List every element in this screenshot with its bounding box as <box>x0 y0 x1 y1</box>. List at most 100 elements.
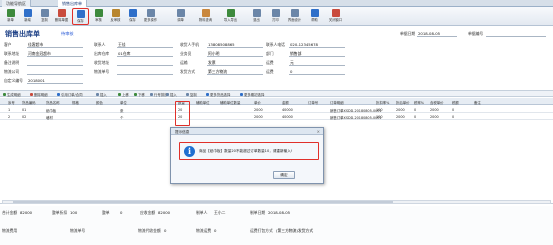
table-cell[interactable]: 1 <box>8 108 10 112</box>
form-label: 联系地址 <box>4 51 20 56</box>
column-header[interactable]: 税率% <box>414 100 424 105</box>
detail-tool-8[interactable]: 复制 <box>186 92 197 97</box>
column-header[interactable]: 折扣率% <box>376 100 389 105</box>
detail-tool-10[interactable]: 更多期初选择 <box>240 92 264 97</box>
table-cell[interactable]: 100 <box>376 115 382 119</box>
detail-tool-3[interactable]: 插入 <box>96 92 107 97</box>
table-cell[interactable]: 2000 <box>254 108 263 112</box>
toolbar-icon <box>331 9 340 17</box>
toolbar-button-9[interactable]: 调单 <box>172 8 189 25</box>
ok-button[interactable]: 确定 <box>273 171 295 179</box>
dialog-message: 商品【纸巾板】数量20不能超过订单数量10，请重新输入! <box>199 149 293 153</box>
table-cell[interactable]: 0 <box>452 108 454 112</box>
total-field[interactable]: 82000 <box>158 210 170 215</box>
form-label: 出库仓库 <box>94 51 110 56</box>
column-header[interactable]: 货品名称 <box>46 100 60 105</box>
total-field[interactable]: 100 <box>70 210 77 215</box>
form-underline <box>289 65 345 66</box>
tab-sales-outbound[interactable]: 销售出库单 <box>58 0 87 7</box>
table-cell[interactable]: 2000 <box>430 108 439 112</box>
toolbar-button-3[interactable]: 删除单据 <box>53 8 70 25</box>
toolbar-button-1[interactable]: 新增 <box>19 8 36 25</box>
column-header[interactable]: 金额 <box>282 100 289 105</box>
column-header[interactable]: 订单号 <box>308 100 318 105</box>
tab-function-nav[interactable]: 功能导航区 <box>2 0 31 7</box>
detail-tool-4[interactable]: 上移 <box>118 92 129 97</box>
toolbar-button-2[interactable]: 复制 <box>36 8 53 25</box>
title-row: 销售出库单 待审核 单据日期 2018-08-05 单据编号 <box>0 27 553 39</box>
column-header[interactable]: 辅助单位数量 <box>220 100 240 105</box>
table-cell[interactable]: 纸巾板 <box>46 108 56 113</box>
table-cell[interactable]: 02 <box>22 115 26 119</box>
total-field[interactable]: 0 <box>120 210 122 215</box>
table-cell[interactable]: 40000 <box>282 108 293 112</box>
toolbar-button-14[interactable]: 界面设计 <box>286 8 303 25</box>
tool-label: 下移 <box>138 93 145 97</box>
table-cell[interactable]: 2000 <box>396 115 405 119</box>
total-field[interactable]: 0 <box>164 228 166 233</box>
table-cell[interactable]: 2000 <box>430 115 439 119</box>
toolbar-button-8[interactable]: 更多操作 <box>142 8 159 25</box>
detail-tool-0[interactable]: 生成明细 <box>3 92 21 97</box>
table-cell[interactable]: 0 <box>414 108 416 112</box>
detail-tool-1[interactable]: 删除明细 <box>30 92 48 97</box>
toolbar-button-11[interactable]: 导入导出 <box>222 8 239 25</box>
column-header[interactable]: 序号 <box>8 100 15 105</box>
table-cell[interactable]: 0 <box>452 115 454 119</box>
total-field[interactable]: 王小二 <box>214 210 225 216</box>
toolbar-button-12[interactable]: 退出 <box>248 8 265 25</box>
table-row[interactable]: 2 02 墙材个 20 2000 40000 销售订单XSDD-20180805-0001 1… <box>0 113 553 120</box>
table-cell[interactable]: 100 <box>376 108 382 112</box>
toolbar-button-5[interactable]: 审核 <box>90 8 107 25</box>
column-header[interactable]: 颜色 <box>96 100 103 105</box>
toolbar-button-7[interactable]: 保存 <box>124 8 141 25</box>
toolbar-button-15[interactable]: 帮助 <box>306 8 323 25</box>
column-header[interactable]: 规格 <box>72 100 79 105</box>
total-field[interactable]: 2018-08-05 <box>268 210 290 215</box>
toolbar-button-16[interactable]: 关闭窗口 <box>327 8 344 25</box>
total-field[interactable]: 0 <box>214 228 216 233</box>
toolbar-button-10[interactable]: 物料查询 <box>197 8 214 25</box>
toolbar-button-4[interactable]: 保存 <box>72 8 89 25</box>
table-row[interactable]: 1 01 纸巾板张 20 2000 40000 销售订单XSDD-20180805-0001… <box>0 106 553 113</box>
table-cell[interactable]: 销售订单XSDD-20180805-0001 <box>330 108 382 113</box>
total-field[interactable]: 82000 <box>20 210 32 215</box>
form-underline <box>117 74 173 75</box>
table-cell[interactable]: 40000 <box>282 115 293 119</box>
table-cell[interactable]: 2000 <box>396 108 405 112</box>
detail-tool-5[interactable]: 下移 <box>134 92 145 97</box>
detail-tool-9[interactable]: 更多货品选择 <box>206 92 230 97</box>
total-field[interactable]: (第三方物流)发货方式 <box>276 228 313 234</box>
info-icon: i <box>184 145 195 157</box>
column-header[interactable]: 单位 <box>120 100 127 105</box>
total-label: 整单折扣 <box>52 210 68 215</box>
column-header[interactable]: 备注 <box>474 100 481 105</box>
detail-tool-2[interactable]: 引用订单/合同 <box>57 92 83 97</box>
table-cell[interactable]: 销售订单XSDD-20180805-0001 <box>330 115 382 120</box>
column-header[interactable]: 单价 <box>254 100 261 105</box>
column-header[interactable]: 辅助单位 <box>196 100 210 105</box>
table-cell[interactable]: 墙材 <box>46 115 53 120</box>
detail-tool-6[interactable]: 行号排序 <box>150 92 168 97</box>
column-header[interactable]: 订单明细 <box>330 100 344 105</box>
number-field[interactable] <box>486 36 546 37</box>
column-header[interactable]: 折后单价 <box>396 100 410 105</box>
toolbar-button-13[interactable]: 打印 <box>267 8 284 25</box>
qty-highlight <box>175 101 190 126</box>
detail-tool-7[interactable]: 插入 <box>166 92 177 97</box>
toolbar-button-6[interactable]: 反审核 <box>107 8 124 25</box>
table-cell[interactable]: 个 <box>120 115 123 120</box>
table-cell[interactable]: 0 <box>414 115 416 119</box>
column-header[interactable]: 货品编码 <box>22 100 36 105</box>
scroll-thumb[interactable] <box>13 201 393 203</box>
column-header[interactable]: 税额 <box>452 100 459 105</box>
horizontal-scrollbar[interactable] <box>2 200 551 204</box>
table-cell[interactable]: 01 <box>22 108 26 112</box>
table-cell[interactable]: 2000 <box>254 115 263 119</box>
close-icon[interactable]: × <box>317 129 320 134</box>
column-header[interactable]: 含税单价 <box>430 100 444 105</box>
table-cell[interactable]: 张 <box>120 108 123 113</box>
table-cell[interactable]: 2 <box>8 115 10 119</box>
toolbar-icon <box>146 9 155 17</box>
toolbar-button-0[interactable]: 新单 <box>2 8 19 25</box>
